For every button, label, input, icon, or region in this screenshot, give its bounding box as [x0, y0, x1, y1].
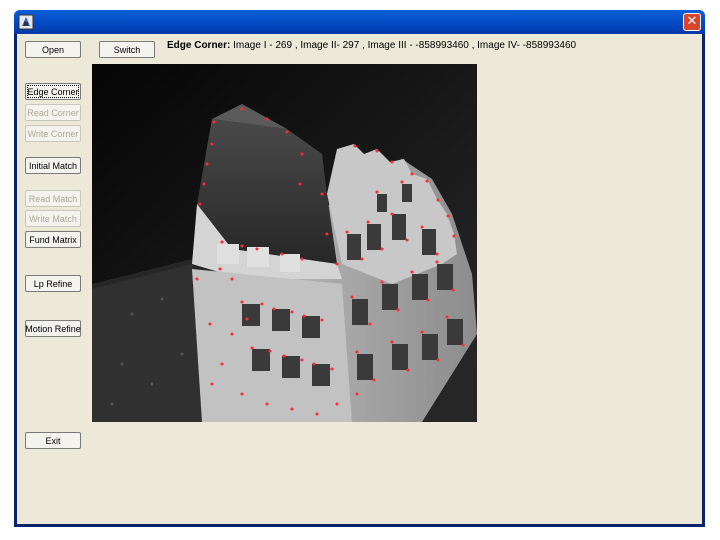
- write-corner-button[interactable]: Write Corner: [25, 125, 81, 142]
- status-label: Edge Corner:: [167, 40, 231, 51]
- switch-button[interactable]: Switch: [99, 41, 155, 58]
- app-window: ✕ Open Switch Edge Corner: Image I - 269…: [14, 10, 705, 527]
- image-view[interactable]: [92, 64, 477, 422]
- read-corner-button[interactable]: Read Corner: [25, 104, 81, 121]
- status-values: Image I - 269 , Image II- 297 , Image II…: [230, 40, 577, 51]
- motion-refine-button[interactable]: Motion Refine: [25, 320, 81, 337]
- write-match-button[interactable]: Write Match: [25, 210, 81, 227]
- status-text: Edge Corner: Image I - 269 , Image II- 2…: [167, 40, 576, 51]
- close-button[interactable]: ✕: [683, 13, 701, 31]
- initial-match-button[interactable]: Initial Match: [25, 157, 81, 174]
- exit-button[interactable]: Exit: [25, 432, 81, 449]
- client-area: Open Switch Edge Corner: Image I - 269 ,…: [17, 34, 702, 524]
- edge-corner-button[interactable]: Edge Corner: [25, 83, 81, 100]
- read-match-button[interactable]: Read Match: [25, 190, 81, 207]
- building-image: [92, 64, 477, 422]
- open-button[interactable]: Open: [25, 41, 81, 58]
- lp-refine-button[interactable]: Lp Refine: [25, 275, 81, 292]
- app-icon: [18, 14, 34, 30]
- fund-matrix-button[interactable]: Fund Matrix: [25, 231, 81, 248]
- title-bar[interactable]: ✕: [14, 10, 705, 34]
